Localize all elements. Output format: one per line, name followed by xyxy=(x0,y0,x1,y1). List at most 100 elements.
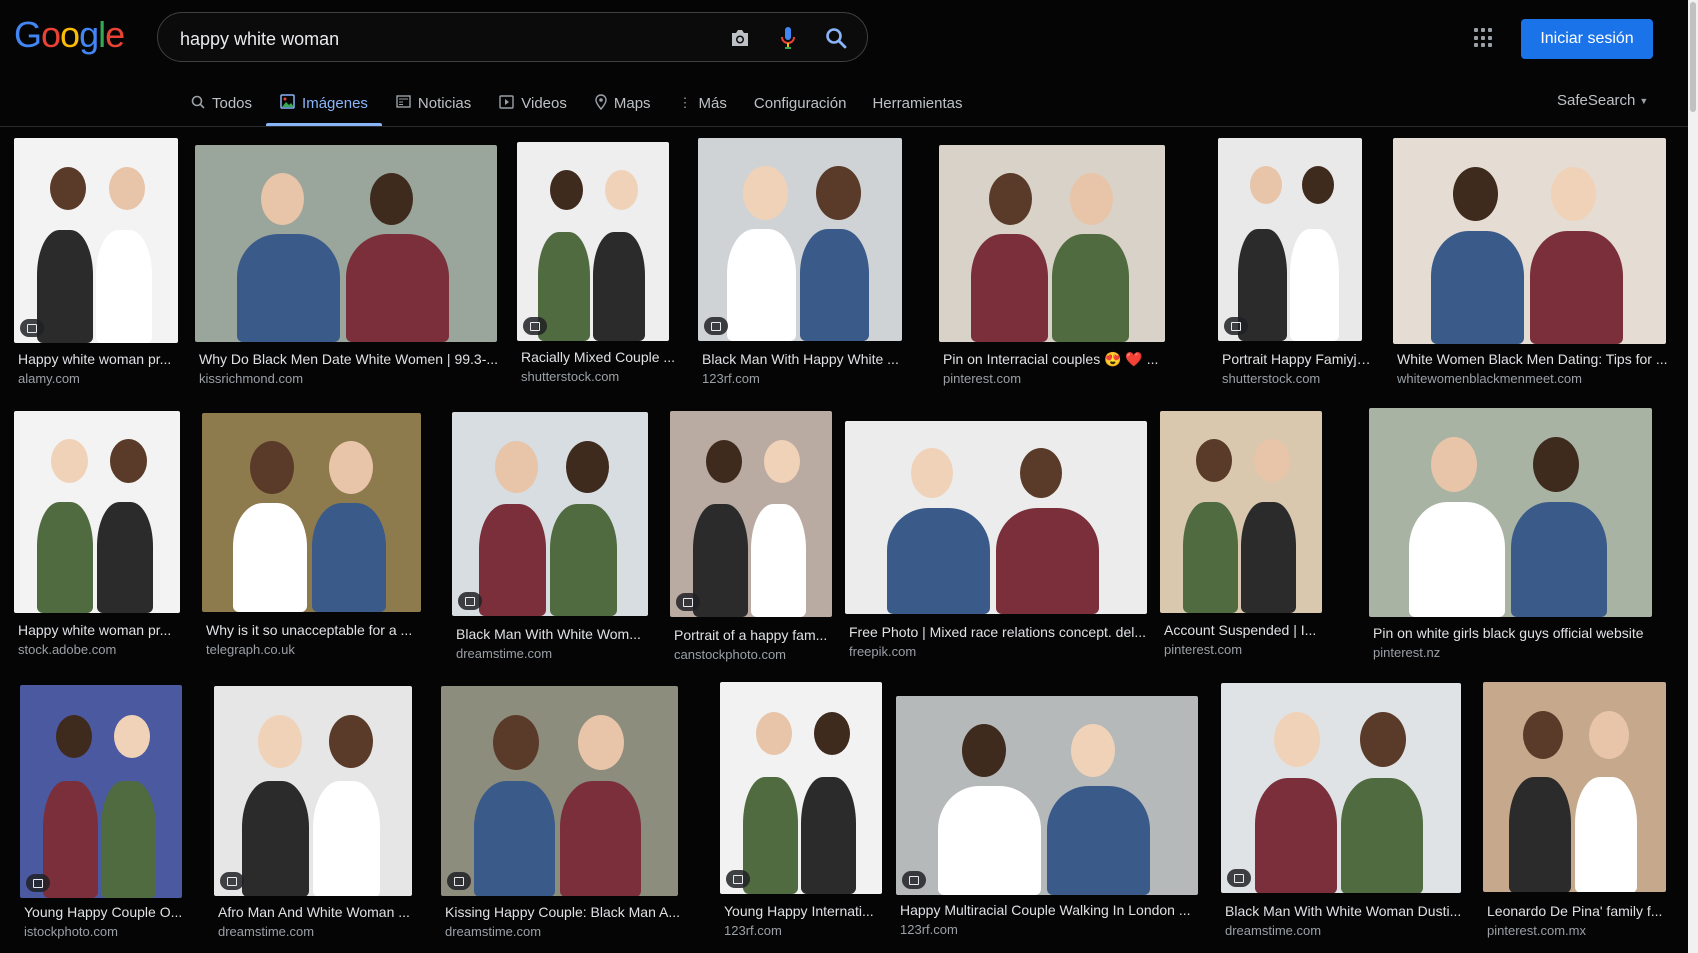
result-source[interactable]: dreamstime.com xyxy=(218,924,314,939)
result-title[interactable]: Portrait of a happy fam... xyxy=(674,627,842,643)
result-source[interactable]: dreamstime.com xyxy=(445,924,541,939)
result-thumbnail[interactable] xyxy=(202,413,421,612)
image-result-card[interactable]: Happy white woman pr... alamy.com xyxy=(14,138,178,397)
safesearch-dropdown[interactable]: SafeSearch ▼ xyxy=(1557,92,1648,109)
google-logo[interactable]: Google xyxy=(14,14,125,56)
result-thumbnail[interactable] xyxy=(1221,683,1461,893)
image-result-card[interactable]: Young Happy Internati... 123rf.com xyxy=(720,682,882,949)
result-thumbnail[interactable] xyxy=(896,696,1198,895)
result-title[interactable]: Pin on white girls black guys official w… xyxy=(1373,625,1662,641)
image-result-card[interactable]: Happy white woman pr... stock.adobe.com xyxy=(14,411,180,668)
result-title[interactable]: Leonardo De Pina' family f... xyxy=(1487,903,1676,919)
result-source[interactable]: pinterest.com.mx xyxy=(1487,923,1586,938)
microphone-icon[interactable] xyxy=(775,25,801,51)
image-result-card[interactable]: Afro Man And White Woman ... dreamstime.c… xyxy=(214,686,412,950)
result-thumbnail[interactable] xyxy=(845,421,1147,614)
result-source[interactable]: kissrichmond.com xyxy=(199,371,303,386)
result-source[interactable]: shutterstock.com xyxy=(1222,371,1320,386)
tab-maps[interactable]: Maps xyxy=(581,86,665,120)
result-title[interactable]: Account Suspended | I... xyxy=(1164,622,1332,638)
result-source[interactable]: whitewomenblackmenmeet.com xyxy=(1397,371,1582,386)
result-thumbnail[interactable] xyxy=(1160,411,1322,613)
result-source[interactable]: freepik.com xyxy=(849,644,916,659)
image-result-card[interactable]: Leonardo De Pina' family f... pinterest.c… xyxy=(1483,682,1666,949)
result-source[interactable]: pinterest.com xyxy=(1164,642,1242,657)
result-source[interactable]: pinterest.nz xyxy=(1373,645,1440,660)
result-title[interactable]: Young Happy Couple O... xyxy=(24,904,192,920)
image-result-card[interactable]: Pin on white girls black guys official w… xyxy=(1369,408,1652,671)
result-title[interactable]: Happy white woman pr... xyxy=(18,351,188,367)
result-source[interactable]: canstockphoto.com xyxy=(674,647,786,662)
result-title[interactable]: Pin on Interracial couples 😍 ❤️ ... xyxy=(943,351,1175,368)
result-title[interactable]: Why Do Black Men Date White Women | 99.3… xyxy=(199,351,507,367)
result-source[interactable]: pinterest.com xyxy=(943,371,1021,386)
image-result-card[interactable]: Kissing Happy Couple: Black Man A... drea… xyxy=(441,686,680,950)
result-source[interactable]: stock.adobe.com xyxy=(18,642,116,657)
result-source[interactable]: dreamstime.com xyxy=(456,646,552,661)
result-title[interactable]: Portrait Happy Famiyj ... xyxy=(1222,351,1372,367)
result-thumbnail[interactable] xyxy=(20,685,182,898)
result-source[interactable]: 123rf.com xyxy=(900,922,958,937)
result-source[interactable]: 123rf.com xyxy=(724,923,782,938)
result-thumbnail[interactable] xyxy=(214,686,412,896)
result-thumbnail[interactable] xyxy=(1369,408,1652,617)
image-result-card[interactable]: Happy Multiracial Couple Walking In Lond… xyxy=(896,696,1198,948)
result-title[interactable]: Black Man With White Woman Dusti... xyxy=(1225,903,1471,919)
result-title[interactable]: Afro Man And White Woman ... xyxy=(218,904,422,920)
result-source[interactable]: telegraph.co.uk xyxy=(206,642,295,657)
image-result-card[interactable]: Black Man With White Woman Dusti... dream… xyxy=(1221,683,1461,949)
search-icon[interactable] xyxy=(823,25,849,51)
scrollbar-track[interactable] xyxy=(1688,0,1698,953)
image-result-card[interactable]: Account Suspended | I... pinterest.com xyxy=(1160,411,1322,668)
result-source[interactable]: shutterstock.com xyxy=(521,369,619,384)
image-result-card[interactable]: Black Man With Happy White ... 123rf.com xyxy=(698,138,902,397)
result-thumbnail[interactable] xyxy=(1483,682,1666,892)
result-thumbnail[interactable] xyxy=(517,142,669,341)
image-result-card[interactable]: Black Man With White Wom... dreamstime.co… xyxy=(452,412,648,672)
image-result-card[interactable]: Portrait Happy Famiyj ... shutterstock.co… xyxy=(1218,138,1372,397)
result-thumbnail[interactable] xyxy=(939,145,1165,342)
result-thumbnail[interactable] xyxy=(441,686,678,896)
tab-imagenes[interactable]: Imágenes xyxy=(266,86,382,126)
search-input[interactable] xyxy=(178,25,682,53)
result-source[interactable]: 123rf.com xyxy=(702,371,760,386)
signin-button[interactable]: Iniciar sesión xyxy=(1521,19,1653,59)
result-title[interactable]: Happy white woman pr... xyxy=(18,622,190,638)
tab-mas[interactable]: ⋮ Más xyxy=(665,86,741,120)
image-result-card[interactable]: Portrait of a happy fam... canstockphoto.… xyxy=(670,411,832,673)
result-title[interactable]: Why is it so unacceptable for a ... xyxy=(206,622,431,638)
tab-todos[interactable]: Todos xyxy=(177,86,266,120)
result-title[interactable]: White Women Black Men Dating: Tips for .… xyxy=(1397,351,1676,367)
result-thumbnail[interactable] xyxy=(698,138,902,341)
tab-noticias[interactable]: Noticias xyxy=(382,86,485,120)
apps-grid-icon[interactable] xyxy=(1474,28,1494,48)
image-result-card[interactable]: Racially Mixed Couple ... shutterstock.co… xyxy=(517,142,675,395)
image-result-card[interactable]: Pin on Interracial couples 😍 ❤️ ... pinte… xyxy=(939,145,1165,397)
result-thumbnail[interactable] xyxy=(14,138,178,343)
image-result-card[interactable]: White Women Black Men Dating: Tips for .… xyxy=(1393,138,1668,397)
scrollbar-thumb[interactable] xyxy=(1690,2,1696,112)
result-source[interactable]: istockphoto.com xyxy=(24,924,118,939)
image-result-card[interactable]: Free Photo | Mixed race relations concep… xyxy=(845,421,1147,670)
result-thumbnail[interactable] xyxy=(452,412,648,616)
result-source[interactable]: alamy.com xyxy=(18,371,80,386)
result-thumbnail[interactable] xyxy=(1393,138,1666,344)
result-source[interactable]: dreamstime.com xyxy=(1225,923,1321,938)
tab-videos[interactable]: Videos xyxy=(485,86,581,120)
result-title[interactable]: Young Happy Internati... xyxy=(724,903,892,919)
result-thumbnail[interactable] xyxy=(14,411,180,613)
result-title[interactable]: Happy Multiracial Couple Walking In Lond… xyxy=(900,902,1208,918)
result-title[interactable]: Kissing Happy Couple: Black Man A... xyxy=(445,904,688,920)
image-result-card[interactable]: Why Do Black Men Date White Women | 99.3… xyxy=(195,145,498,397)
result-title[interactable]: Black Man With Happy White ... xyxy=(702,351,912,367)
result-thumbnail[interactable] xyxy=(720,682,882,894)
result-thumbnail[interactable] xyxy=(670,411,832,617)
result-title[interactable]: Racially Mixed Couple ... xyxy=(521,349,679,365)
tab-configuracion[interactable]: Configuración xyxy=(741,86,860,120)
image-result-card[interactable]: Young Happy Couple O... istockphoto.com xyxy=(20,685,182,950)
result-thumbnail[interactable] xyxy=(1218,138,1362,341)
result-thumbnail[interactable] xyxy=(195,145,497,342)
result-title[interactable]: Free Photo | Mixed race relations concep… xyxy=(849,624,1157,640)
tab-herramientas[interactable]: Herramientas xyxy=(859,86,975,120)
result-title[interactable]: Black Man With White Wom... xyxy=(456,626,658,642)
